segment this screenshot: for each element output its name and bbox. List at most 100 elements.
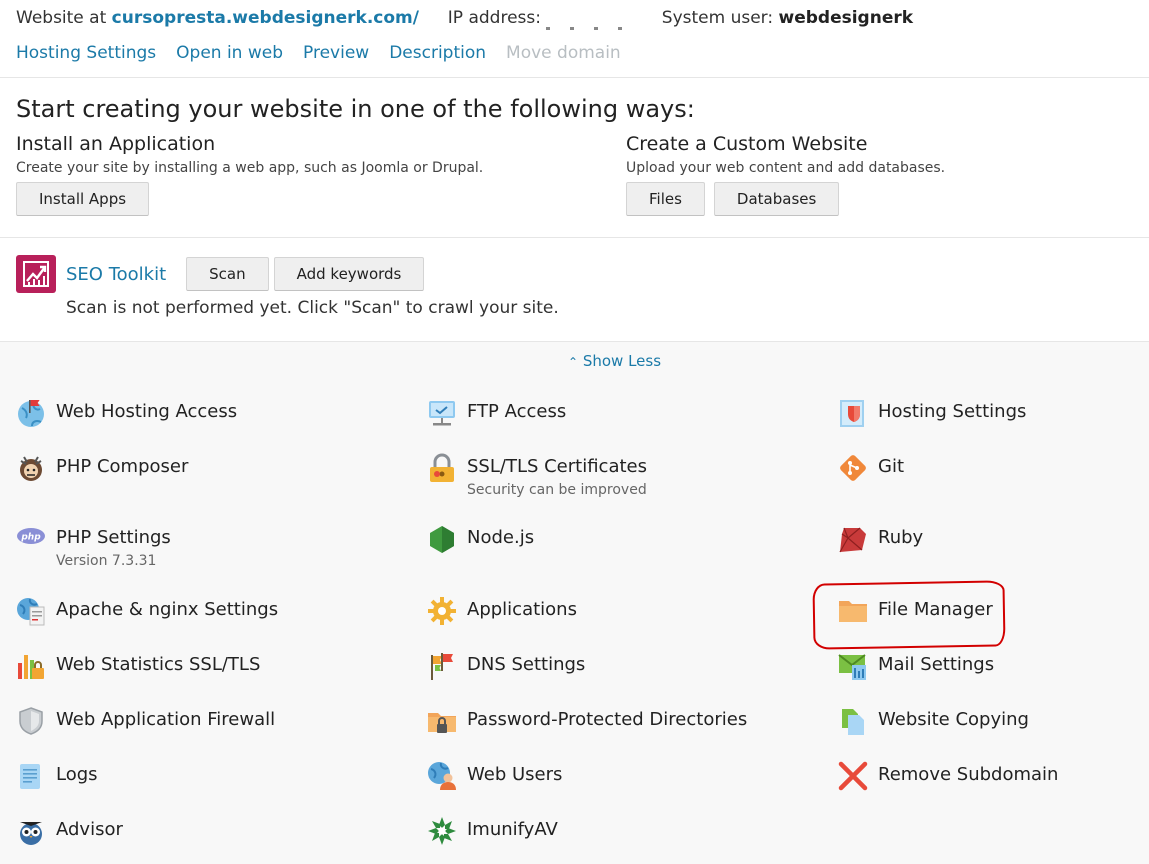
owl-icon: [16, 816, 46, 846]
tile-label: SSL/TLS Certificates: [467, 456, 647, 477]
seo-chart-icon[interactable]: [16, 255, 56, 293]
tile-label: Apache & nginx Settings: [56, 599, 279, 620]
seo-toolkit-row: SEO Toolkit Scan Add keywords: [16, 255, 425, 293]
tile-label: Ruby: [878, 527, 924, 548]
tile-label: Password-Protected Directories: [467, 709, 748, 730]
tile-php-composer[interactable]: PHP Composer: [16, 453, 188, 483]
tile-apache-nginx-settings[interactable]: Apache & nginx Settings: [16, 596, 278, 626]
add-keywords-button[interactable]: Add keywords: [273, 257, 425, 291]
gear-icon: [427, 596, 457, 626]
system-user-label: System user:: [661, 8, 774, 28]
php-version: Version 7.3.31: [56, 553, 157, 569]
tile-web-statistics[interactable]: Web Statistics SSL/TLS: [16, 651, 260, 681]
tile-label: PHP Settings: [56, 527, 171, 548]
tile-label: Web Statistics SSL/TLS: [56, 654, 261, 675]
nav-open-in-web[interactable]: Open in web: [176, 43, 283, 63]
nav-preview[interactable]: Preview: [303, 43, 369, 63]
databases-button[interactable]: Databases: [713, 182, 840, 216]
ruby-icon: [838, 524, 868, 554]
locked-folder-icon: [427, 706, 457, 736]
tile-label: PHP Composer: [56, 456, 189, 477]
divider: [0, 77, 1149, 78]
install-apps-button[interactable]: Install Apps: [16, 182, 150, 216]
tile-ftp-access[interactable]: FTP Access: [427, 398, 566, 428]
tile-web-application-firewall[interactable]: Web Application Firewall: [16, 706, 275, 736]
file-manager-highlight-annotation: [812, 580, 1006, 650]
shield-icon: [16, 706, 46, 736]
nodejs-icon: [427, 524, 457, 554]
statistics-icon: [16, 651, 46, 681]
tile-label: Git: [878, 456, 905, 477]
tile-php-settings[interactable]: php PHP Settings Version 7.3.31: [16, 524, 171, 569]
apache-settings-icon: [16, 596, 46, 626]
copy-icon: [838, 706, 868, 736]
tile-logs[interactable]: Logs: [16, 761, 98, 791]
website-label: Website at: [16, 8, 107, 28]
tile-applications[interactable]: Applications: [427, 596, 577, 626]
tile-label: Node.js: [467, 527, 535, 548]
website-nav: Hosting Settings Open in web Preview Descri…: [16, 43, 641, 63]
remove-x-icon: [838, 761, 868, 791]
tile-web-hosting-access[interactable]: Web Hosting Access: [16, 398, 237, 428]
imunify-icon: [427, 816, 457, 846]
tile-password-protected-directories[interactable]: Password-Protected Directories: [427, 706, 747, 736]
nav-description[interactable]: Description: [389, 43, 486, 63]
scan-button[interactable]: Scan: [186, 257, 269, 291]
tile-dns-settings[interactable]: DNS Settings: [427, 651, 585, 681]
tile-advisor[interactable]: Advisor: [16, 816, 123, 846]
tile-label: Website Copying: [878, 709, 1029, 730]
install-app-section: Install an Application Create your site …: [16, 133, 483, 216]
show-less-link[interactable]: ⌃ Show Less: [568, 352, 661, 370]
chevron-up-icon: ⌃: [568, 355, 579, 369]
tile-web-users[interactable]: Web Users: [427, 761, 562, 791]
divider: [0, 237, 1149, 238]
tile-website-copying[interactable]: Website Copying: [838, 706, 1029, 736]
seo-status-text: Scan is not performed yet. Click "Scan" …: [66, 298, 559, 318]
ip-address-redacted: [546, 10, 656, 30]
tile-mail-settings[interactable]: Mail Settings: [838, 651, 994, 681]
tile-ssl-tls-certificates[interactable]: SSL/TLS Certificates Security can be impr…: [427, 453, 647, 498]
composer-icon: [16, 453, 46, 483]
ftp-monitor-icon: [427, 398, 457, 428]
globe-flag-icon: [16, 398, 46, 428]
nav-move-domain: Move domain: [506, 43, 621, 63]
tile-hosting-settings[interactable]: Hosting Settings: [838, 398, 1026, 428]
files-button[interactable]: Files: [626, 182, 705, 216]
tile-ruby[interactable]: Ruby: [838, 524, 923, 554]
tile-imunifyav[interactable]: ImunifyAV: [427, 816, 558, 846]
tile-remove-subdomain[interactable]: Remove Subdomain: [838, 761, 1058, 791]
git-icon: [838, 453, 868, 483]
custom-website-title: Create a Custom Website: [626, 133, 868, 155]
custom-website-desc: Upload your web content and add database…: [626, 160, 946, 176]
tile-label: Mail Settings: [878, 654, 995, 675]
website-header: Website at cursopresta.webdesignerk.com/…: [16, 8, 914, 30]
dns-flags-icon: [427, 651, 457, 681]
tile-label: FTP Access: [467, 401, 567, 422]
nav-hosting-settings[interactable]: Hosting Settings: [16, 43, 156, 63]
mail-icon: [838, 651, 868, 681]
ip-address-label: IP address:: [447, 8, 541, 28]
tile-label: Web Application Firewall: [56, 709, 276, 730]
tile-nodejs[interactable]: Node.js: [427, 524, 534, 554]
php-icon: php: [16, 524, 46, 554]
start-title: Start creating your website in one of th…: [16, 95, 695, 123]
tile-label: Advisor: [56, 819, 123, 840]
svg-text:php: php: [20, 533, 41, 543]
tile-label: Remove Subdomain: [878, 764, 1059, 785]
tile-label: ImunifyAV: [467, 819, 558, 840]
tile-label: Logs: [56, 764, 98, 785]
padlock-icon: [427, 453, 457, 483]
tile-label: Web Users: [467, 764, 563, 785]
seo-toolkit-link[interactable]: SEO Toolkit: [66, 264, 166, 285]
tile-label: DNS Settings: [467, 654, 586, 675]
system-user-value: webdesignerk: [778, 8, 914, 28]
custom-website-section: Create a Custom Website Upload your web …: [626, 133, 945, 216]
web-users-icon: [427, 761, 457, 791]
tile-git[interactable]: Git: [838, 453, 904, 483]
website-domain-link[interactable]: cursopresta.webdesignerk.com/: [112, 8, 419, 28]
hosting-settings-icon: [838, 398, 868, 428]
install-app-title: Install an Application: [16, 133, 216, 155]
ssl-status: Security can be improved: [467, 482, 647, 498]
tile-label: Hosting Settings: [878, 401, 1027, 422]
logs-icon: [16, 761, 46, 791]
